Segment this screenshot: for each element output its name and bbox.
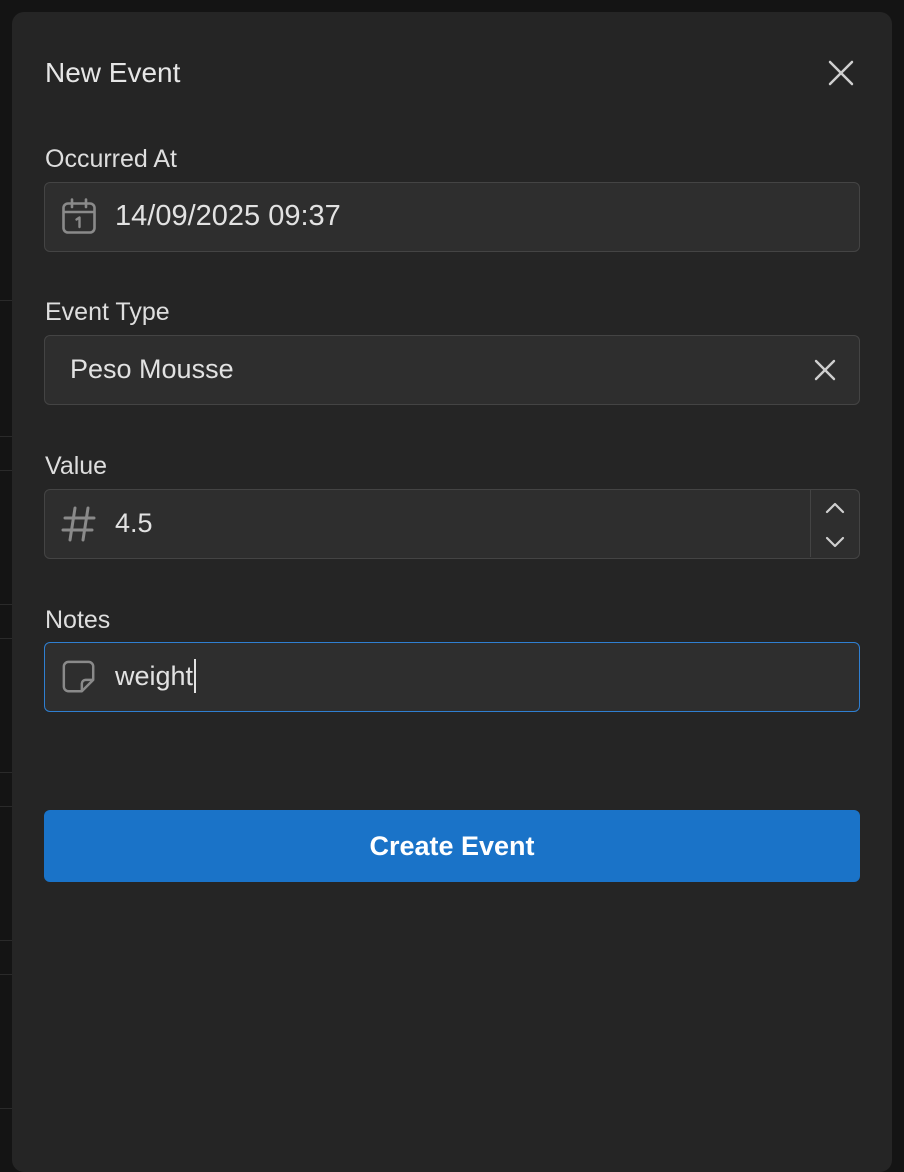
clear-icon (814, 359, 836, 381)
calendar-icon (61, 198, 97, 235)
decrement-button[interactable] (811, 525, 859, 558)
increment-button[interactable] (811, 491, 859, 524)
text-caret (194, 658, 197, 693)
event-type-value: Peso Mousse (70, 354, 234, 384)
value-text: 4.5 (115, 508, 153, 538)
notes-text: weight (115, 643, 197, 710)
value-stepper (810, 490, 859, 557)
close-button[interactable] (824, 56, 858, 90)
chevron-up-icon (825, 502, 845, 513)
occurred-at-label: Occurred At (45, 145, 177, 173)
note-icon (61, 659, 97, 695)
notes-input[interactable]: weight (44, 642, 860, 712)
modal-title: New Event (45, 57, 181, 88)
event-type-clear-button[interactable] (811, 356, 839, 384)
occurred-at-input[interactable]: 14/09/2025 09:37 (44, 182, 860, 252)
notes-label: Notes (45, 606, 111, 634)
value-input[interactable]: 4.5 (44, 489, 860, 559)
notes-value: weight (115, 661, 194, 691)
event-type-select[interactable]: Peso Mousse (44, 335, 860, 405)
chevron-down-icon (825, 536, 845, 547)
backdrop (0, 0, 12, 1158)
event-type-label: Event Type (45, 298, 170, 326)
new-event-modal: New Event Occurred At 14/09/2025 09:37 E… (12, 12, 892, 1172)
hash-icon (61, 506, 97, 542)
value-label: Value (45, 452, 108, 480)
occurred-at-value: 14/09/2025 09:37 (115, 200, 341, 232)
create-event-button[interactable]: Create Event (44, 810, 860, 882)
close-icon (828, 60, 854, 86)
